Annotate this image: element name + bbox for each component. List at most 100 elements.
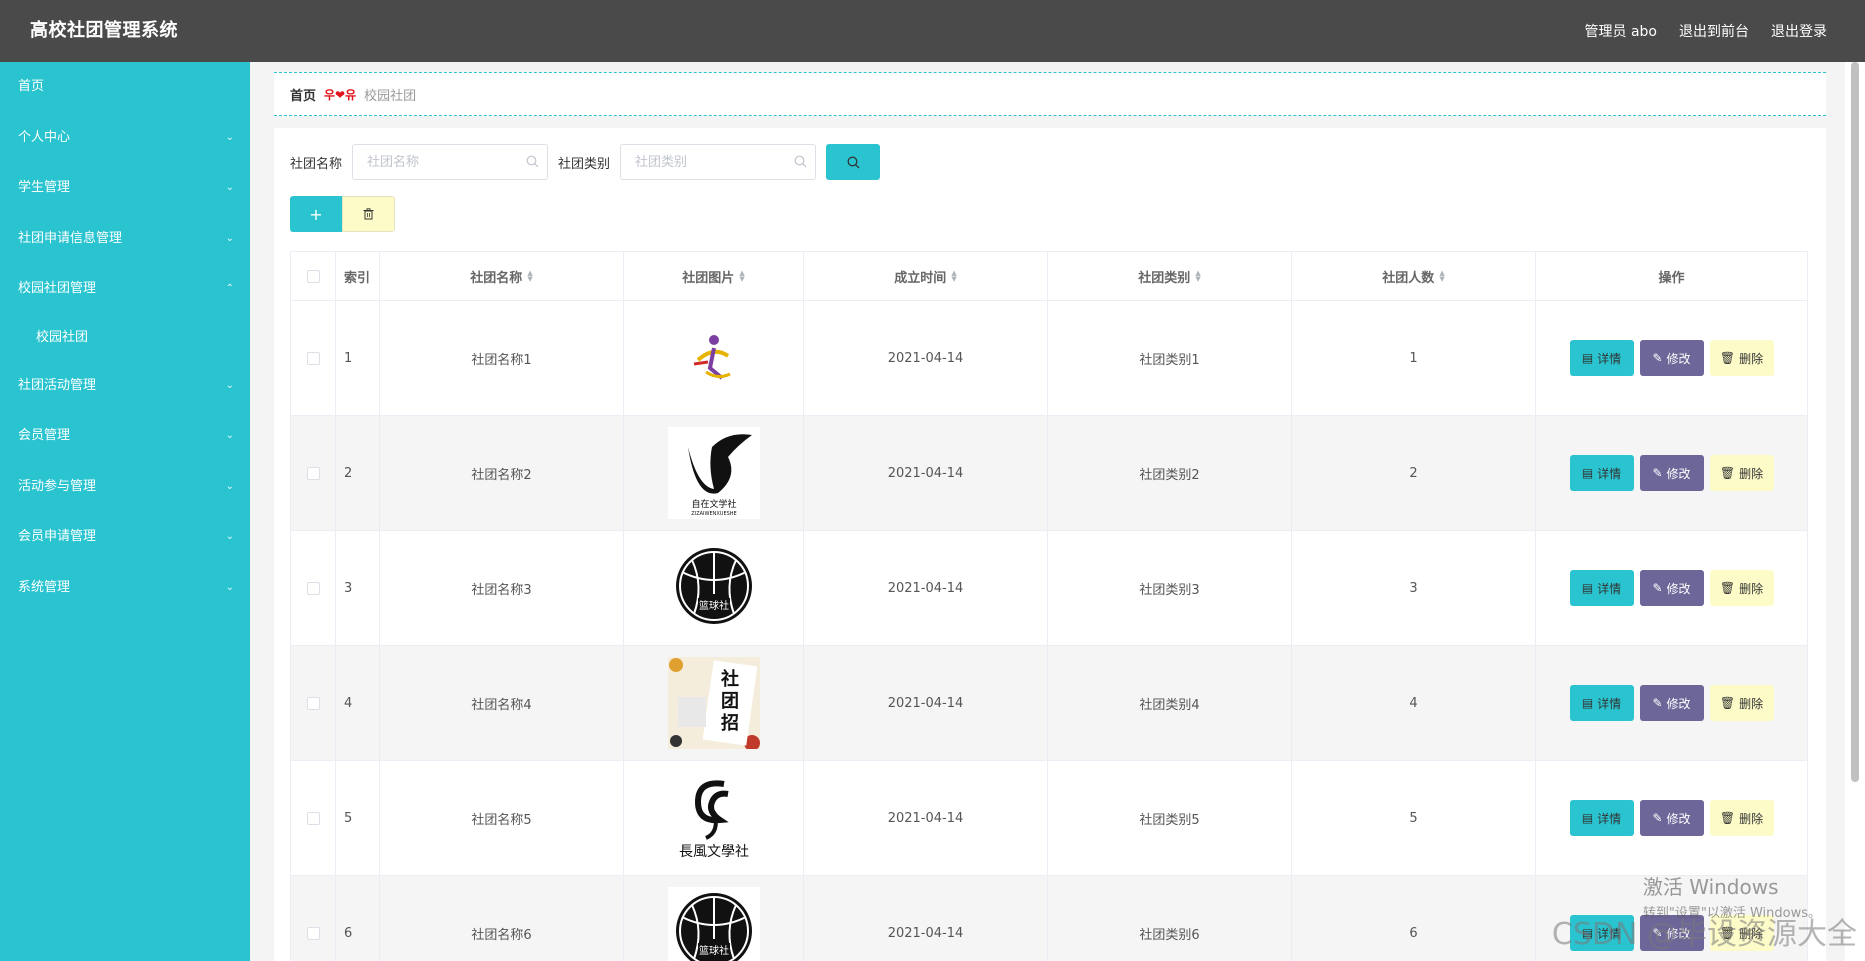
header-club-image[interactable]: 社团图片 ▲ ▼ xyxy=(624,252,804,300)
row-index: 3 xyxy=(336,531,380,645)
row-checkbox[interactable] xyxy=(306,351,320,365)
club-type-search-box xyxy=(620,144,817,180)
select-all-checkbox[interactable] xyxy=(306,269,320,283)
club-type-label: 社团类别 xyxy=(558,156,611,172)
exit-to-front-link[interactable]: 退出到前台 xyxy=(1679,21,1749,41)
sidebar-item-member-management[interactable]: 会员管理 ⌄ xyxy=(0,411,250,462)
detail-button[interactable]: ▤ 详情 xyxy=(1569,800,1634,836)
sidebar-item-personal-center[interactable]: 个人中心 ⌄ xyxy=(0,113,250,164)
sort-icon[interactable]: ▲ ▼ xyxy=(739,270,744,283)
club-logo-image: 長風文學社 xyxy=(667,772,760,864)
sidebar-item-student-management[interactable]: 学生管理 ⌄ xyxy=(0,163,250,214)
detail-button[interactable]: ▤ 详情 xyxy=(1569,340,1634,376)
delete-button[interactable]: 🗑 删除 xyxy=(1709,800,1774,836)
edit-button[interactable]: ✎ 修改 xyxy=(1639,800,1704,836)
sort-icon[interactable]: ▲ ▼ xyxy=(1195,270,1200,283)
row-checkbox[interactable] xyxy=(306,466,320,480)
row-founded-date: 2021-04-14 xyxy=(804,761,1048,875)
row-member-count: 5 xyxy=(1292,761,1536,875)
row-club-type: 社团类别3 xyxy=(1048,531,1292,645)
logout-link[interactable]: 退出登录 xyxy=(1771,21,1827,41)
sidebar-item-system-management[interactable]: 系统管理 ⌄ xyxy=(0,563,250,614)
header-club-type[interactable]: 社团类别 ▲ ▼ xyxy=(1048,252,1292,300)
row-club-image-cell: 篮球社 xyxy=(624,531,804,645)
club-logo-image: 篮球社 xyxy=(667,887,760,961)
search-button[interactable] xyxy=(826,144,881,180)
sidebar-item-label: 活动参与管理 xyxy=(18,478,97,494)
row-club-image-cell: 社团招 xyxy=(624,646,804,760)
detail-button[interactable]: ▤ 详情 xyxy=(1569,685,1634,721)
chevron-down-icon: ⌄ xyxy=(225,430,234,441)
sidebar-item-club-activity-management[interactable]: 社团活动管理 ⌄ xyxy=(0,361,250,412)
row-index: 1 xyxy=(336,301,380,415)
delete-button[interactable]: 🗑 删除 xyxy=(1709,570,1774,606)
sidebar-item-label: 会员管理 xyxy=(18,428,71,443)
document-icon: ▤ xyxy=(1581,466,1594,480)
svg-text:自在文学社: 自在文学社 xyxy=(691,498,736,510)
pencil-icon: ✎ xyxy=(1652,811,1663,825)
row-checkbox[interactable] xyxy=(306,696,320,710)
table-row: 2 社团名称2 自在文学社 ZIZAIWENXUESHE 2021-04-14 社团类别2… xyxy=(291,416,1807,531)
trash-icon xyxy=(363,208,374,220)
delete-button[interactable]: 🗑 删除 xyxy=(1709,455,1774,491)
sidebar-item-member-application-management[interactable]: 会员申请管理 ⌄ xyxy=(0,512,250,563)
sidebar-item-activity-participation-management[interactable]: 活动参与管理 ⌄ xyxy=(0,462,250,513)
club-logo-image: 自在文学社 ZIZAIWENXUESHE xyxy=(667,427,760,519)
detail-button[interactable]: ▤ 详情 xyxy=(1569,570,1634,606)
edit-label: 修改 xyxy=(1666,811,1691,826)
trash-icon: 🗑 xyxy=(1719,696,1736,710)
delete-button[interactable]: 🗑 删除 xyxy=(1709,340,1774,376)
top-navbar: 高校社团管理系统 管理员 abo 退出到前台 退出登录 xyxy=(0,0,1865,62)
sidebar-item-home[interactable]: 首页 xyxy=(0,62,250,113)
pencil-icon: ✎ xyxy=(1652,351,1663,365)
row-checkbox[interactable] xyxy=(306,926,320,940)
row-club-image-cell: 篮球社 xyxy=(624,876,804,961)
trash-icon: 🗑 xyxy=(1719,466,1736,480)
row-checkbox-cell xyxy=(291,761,336,875)
sidebar-subitem-campus-club[interactable]: 校园社团 xyxy=(0,315,250,361)
svg-text:招: 招 xyxy=(721,712,739,734)
club-name-label: 社团名称 xyxy=(290,156,343,172)
svg-text:团: 团 xyxy=(721,691,739,712)
edit-button[interactable]: ✎ 修改 xyxy=(1639,685,1704,721)
row-club-type: 社团类别2 xyxy=(1048,416,1292,530)
document-icon: ▤ xyxy=(1581,351,1594,365)
add-button[interactable]: + xyxy=(290,196,342,232)
detail-button[interactable]: ▤ 详情 xyxy=(1569,455,1634,491)
batch-delete-button[interactable] xyxy=(342,196,395,232)
svg-text:篮球社: 篮球社 xyxy=(699,599,729,612)
edit-button[interactable]: ✎ 修改 xyxy=(1639,570,1704,606)
row-checkbox[interactable] xyxy=(306,581,320,595)
row-club-name: 社团名称6 xyxy=(380,876,624,961)
sort-icon[interactable]: ▲ ▼ xyxy=(951,270,956,283)
club-type-input[interactable] xyxy=(621,145,816,179)
header-founded-date[interactable]: 成立时间 ▲ ▼ xyxy=(804,252,1048,300)
table-row: 1 社团名称1 2021-04-14 社团类别1 1 ▤ 详情 ✎ 修改 🗑 删除 xyxy=(291,301,1807,416)
content-panel: 社团名称 社团类别 + xyxy=(274,128,1826,961)
breadcrumb-home[interactable]: 首页 xyxy=(290,85,316,104)
club-name-input[interactable] xyxy=(353,145,548,179)
pencil-icon: ✎ xyxy=(1652,696,1663,710)
scrollbar-thumb[interactable] xyxy=(1851,62,1859,782)
sidebar-item-label: 系统管理 xyxy=(18,579,71,595)
edit-button[interactable]: ✎ 修改 xyxy=(1639,455,1704,491)
page-scrollbar[interactable] xyxy=(1851,62,1859,782)
sort-icon[interactable]: ▲ ▼ xyxy=(1439,270,1444,283)
row-member-count: 4 xyxy=(1292,646,1536,760)
delete-label: 删除 xyxy=(1739,811,1764,826)
header-member-count[interactable]: 社团人数 ▲ ▼ xyxy=(1292,252,1536,300)
delete-button[interactable]: 🗑 删除 xyxy=(1709,685,1774,721)
header-club-name[interactable]: 社团名称 ▲ ▼ xyxy=(380,252,624,300)
sort-icon[interactable]: ▲ ▼ xyxy=(527,270,532,283)
row-member-count: 6 xyxy=(1292,876,1536,961)
sidebar-item-club-application-management[interactable]: 社团申请信息管理 ⌄ xyxy=(0,214,250,265)
detail-label: 详情 xyxy=(1597,466,1622,481)
sidebar-item-campus-club-management[interactable]: 校园社团管理 ⌃ xyxy=(0,264,250,315)
edit-button[interactable]: ✎ 修改 xyxy=(1639,340,1704,376)
table-header: 索引 社团名称 ▲ ▼ 社团图片 ▲ ▼ 成立时间 ▲ ▼ 社团类别 ▲ ▼ 社团人数 ▲ ▼ 操作 xyxy=(291,252,1807,301)
row-checkbox-cell xyxy=(291,876,336,961)
search-form: 社团名称 社团类别 xyxy=(290,144,881,180)
row-checkbox[interactable] xyxy=(306,811,320,825)
row-club-image-cell: 自在文学社 ZIZAIWENXUESHE xyxy=(624,416,804,530)
detail-label: 详情 xyxy=(1597,351,1622,366)
